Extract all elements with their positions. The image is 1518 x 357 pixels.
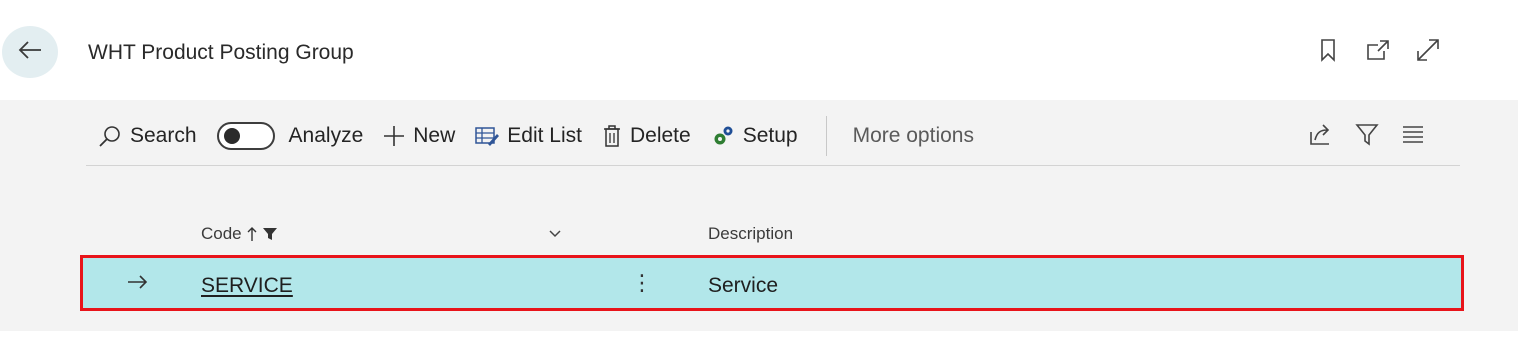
action-bar: Search Analyze New Edit List Delete Setu: [98, 116, 994, 156]
column-header-description[interactable]: Description: [708, 224, 793, 244]
trash-icon: [603, 125, 620, 147]
arrow-left-icon: [17, 39, 43, 66]
column-header-code[interactable]: Code: [201, 224, 278, 244]
toolbar-separator: [86, 165, 1460, 166]
row-description[interactable]: Service: [708, 274, 778, 298]
chevron-down-icon[interactable]: [548, 226, 562, 244]
delete-button[interactable]: Delete: [602, 124, 691, 148]
table-row[interactable]: SERVICE ⋮ Service: [80, 255, 1464, 311]
analyze-toggle[interactable]: Analyze: [216, 122, 364, 150]
edit-list-icon: [475, 127, 500, 146]
expand-icon[interactable]: [1415, 36, 1441, 64]
open-new-window-icon[interactable]: [1365, 36, 1391, 64]
page-title: WHT Product Posting Group: [88, 41, 354, 64]
column-header-description-label: Description: [708, 224, 794, 243]
setup-button[interactable]: Setup: [711, 124, 798, 148]
toolbar-divider: [825, 116, 827, 156]
page-footer-area: [0, 331, 1518, 357]
row-code-link[interactable]: SERVICE: [201, 274, 293, 298]
plus-icon: [384, 126, 405, 146]
analyze-switch[interactable]: [216, 122, 275, 150]
more-options-label: More options: [852, 124, 974, 147]
delete-label: Delete: [629, 124, 691, 147]
sort-ascending-icon: [247, 227, 257, 241]
toolbar-right-actions: [1308, 120, 1426, 148]
arrow-right-icon: [127, 272, 149, 297]
search-button[interactable]: Search: [98, 124, 197, 148]
filter-icon[interactable]: [1354, 120, 1380, 148]
gears-icon: [714, 126, 733, 145]
analyze-label: Analyze: [288, 124, 364, 147]
header-actions: [1315, 36, 1441, 64]
share-icon[interactable]: [1308, 120, 1334, 148]
back-button[interactable]: [2, 26, 58, 78]
edit-list-button[interactable]: Edit List: [475, 124, 582, 148]
search-icon: [99, 126, 120, 147]
row-actions-icon[interactable]: ⋮: [631, 269, 653, 297]
list-view-icon[interactable]: [1400, 120, 1426, 148]
toggle-knob: [223, 128, 240, 144]
bookmark-icon[interactable]: [1315, 36, 1341, 64]
edit-list-label: Edit List: [507, 124, 582, 147]
search-label: Search: [130, 124, 197, 147]
more-options-button[interactable]: More options: [853, 124, 974, 148]
filter-applied-icon: [262, 228, 277, 240]
setup-label: Setup: [742, 124, 798, 147]
new-button[interactable]: New: [383, 124, 455, 148]
column-header-code-label: Code: [201, 224, 242, 243]
new-label: New: [413, 124, 456, 147]
